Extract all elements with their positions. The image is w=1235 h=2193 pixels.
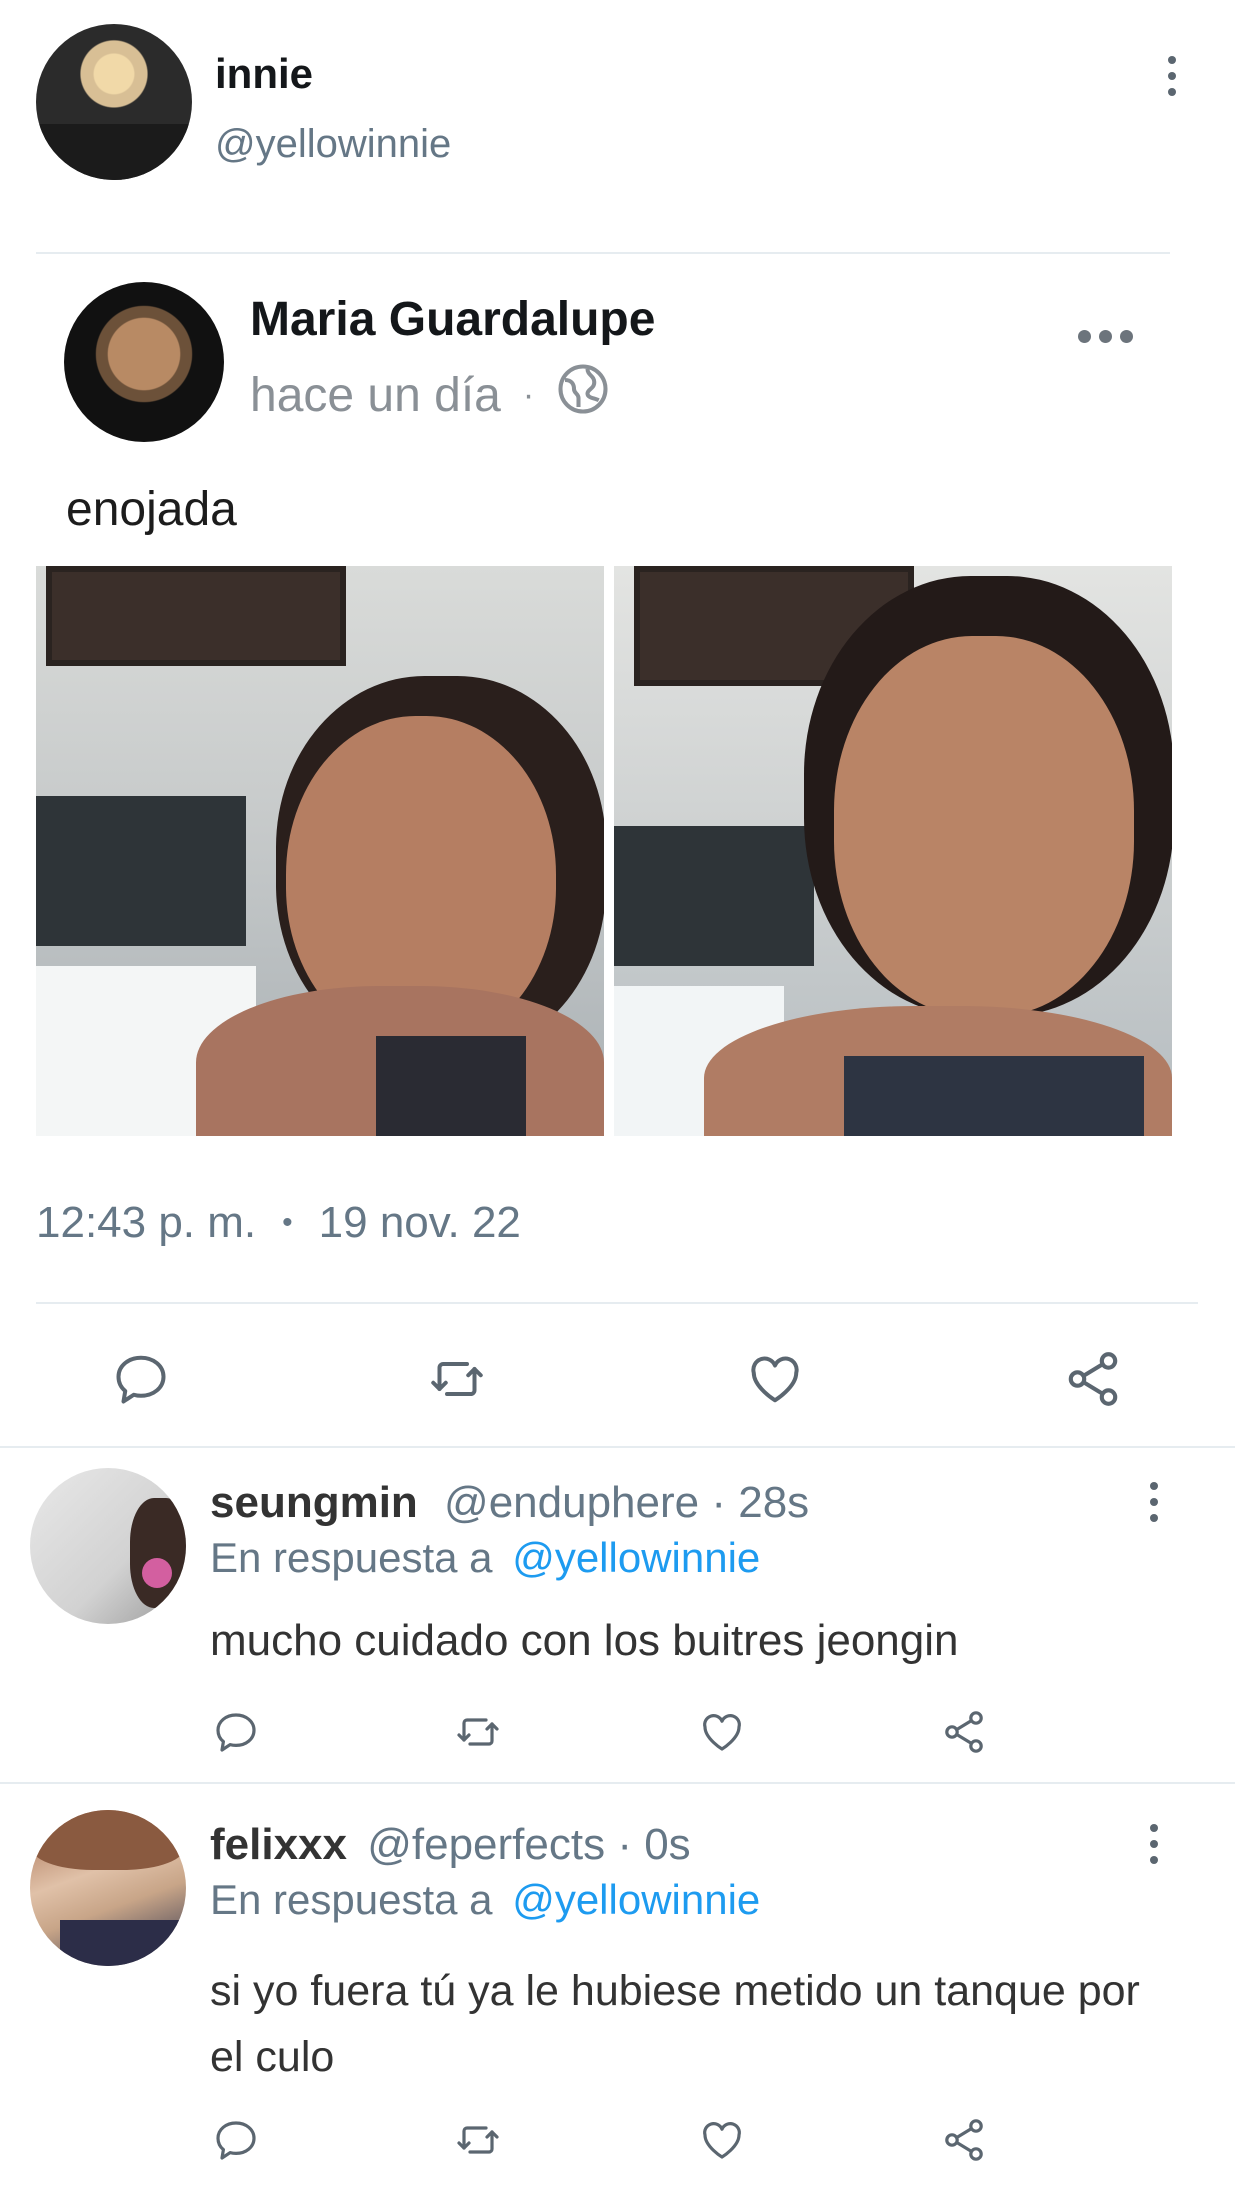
embedded-author-avatar <box>64 282 224 442</box>
reply-to-link[interactable]: @yellowinnie <box>512 1876 760 1923</box>
share-icon <box>945 2119 983 2161</box>
reply-avatar[interactable] <box>30 1468 186 1624</box>
more-horizontal-icon <box>1078 330 1133 343</box>
more-vertical-icon[interactable] <box>1164 56 1180 96</box>
more-vertical-icon[interactable] <box>1146 1824 1162 1864</box>
reply-prefix: En respuesta a <box>210 1534 493 1581</box>
header-divider <box>36 252 1170 254</box>
like-icon <box>703 1714 741 1751</box>
timestamp-divider <box>36 1302 1198 1304</box>
embedded-photo-left[interactable] <box>36 566 604 1136</box>
thread-divider <box>0 1446 1235 1448</box>
share-button[interactable] <box>1060 1346 1126 1412</box>
author-handle[interactable]: @yellowinnie <box>215 122 451 167</box>
reply-like-button[interactable] <box>696 1706 748 1758</box>
reply-prefix: En respuesta a <box>210 1876 493 1923</box>
reply-text: si yo fuera tú ya le hubiese metido un t… <box>210 1967 1140 2081</box>
embedded-dot: · <box>522 375 535 414</box>
like-icon <box>703 2122 741 2159</box>
reply-retweet-button[interactable] <box>452 2114 504 2166</box>
reply-context: En respuesta a @yellowinnie <box>210 1534 760 1582</box>
globe-icon <box>556 362 610 428</box>
reply-reply-button[interactable] <box>210 2114 262 2166</box>
reply-avatar[interactable] <box>30 1810 186 1966</box>
author-display-name[interactable]: innie <box>215 50 313 98</box>
embedded-post-text: enojada <box>66 483 237 536</box>
tweet-time: 12:43 p. m. <box>36 1198 257 1247</box>
tweet-timestamp[interactable]: 12:43 p. m. • 19 nov. 22 <box>36 1198 521 1248</box>
retweet-button[interactable] <box>424 1346 490 1412</box>
retweet-icon <box>457 1718 499 1746</box>
reply-context: En respuesta a @yellowinnie <box>210 1876 760 1924</box>
reply-header: felixxx @feperfects · 0s <box>210 1820 691 1870</box>
reply-handle-meta[interactable]: @enduphere · 28s <box>444 1478 809 1527</box>
more-vertical-icon[interactable] <box>1146 1482 1162 1522</box>
embedded-time-ago: hace un día · <box>250 362 610 428</box>
reply-reply-button[interactable] <box>210 1706 262 1758</box>
shelf <box>614 826 814 966</box>
reply-share-button[interactable] <box>938 2114 990 2166</box>
reply-to-link[interactable]: @yellowinnie <box>512 1534 760 1581</box>
share-icon <box>1068 1352 1118 1406</box>
embedded-author-name: Maria Guardalupe <box>250 293 656 346</box>
reply-handle-meta[interactable]: @feperfects · 0s <box>367 1820 690 1869</box>
retweet-icon <box>457 2126 499 2154</box>
retweet-icon <box>431 1362 483 1396</box>
reply-divider <box>0 1782 1235 1784</box>
embedded-photo-right[interactable] <box>614 566 1172 1136</box>
person-top <box>844 1056 1144 1136</box>
wall-frame <box>46 566 346 666</box>
reply-retweet-button[interactable] <box>452 1706 504 1758</box>
timestamp-dot: • <box>282 1206 293 1239</box>
reply-like-button[interactable] <box>696 2114 748 2166</box>
shelf <box>36 796 246 946</box>
reply-icon <box>116 1355 166 1404</box>
author-avatar[interactable] <box>36 24 192 180</box>
reply-icon <box>216 2121 256 2160</box>
like-icon <box>751 1356 799 1403</box>
embedded-time-label: hace un día <box>250 368 501 422</box>
reply-share-button[interactable] <box>938 1706 990 1758</box>
like-button[interactable] <box>742 1346 808 1412</box>
reply-icon <box>216 1713 256 1752</box>
tweet-date: 19 nov. 22 <box>318 1198 521 1247</box>
reply-display-name[interactable]: felixxx <box>210 1820 347 1869</box>
reply-button[interactable] <box>108 1346 174 1412</box>
reply-header: seungmin @enduphere · 28s <box>210 1478 809 1528</box>
reply-text: mucho cuidado con los buitres jeongin <box>210 1616 959 1665</box>
share-icon <box>945 1711 983 1753</box>
person-face <box>834 636 1134 1016</box>
person-top <box>376 1036 526 1136</box>
reply-display-name[interactable]: seungmin <box>210 1478 418 1527</box>
